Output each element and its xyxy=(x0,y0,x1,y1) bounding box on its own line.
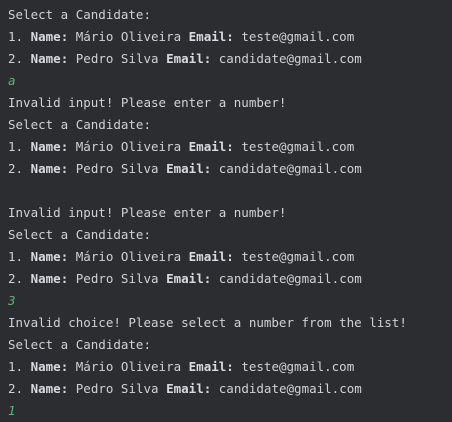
candidate-name: Pedro Silva xyxy=(75,51,159,66)
candidate-email: candidate@gmail.com xyxy=(218,381,362,396)
candidate-email: teste@gmail.com xyxy=(241,139,355,154)
console-output[interactable]: Select a Candidate: 1. Name: Mário Olivei… xyxy=(0,0,452,421)
candidate-number: 1. xyxy=(8,249,24,264)
error-message: Invalid input! Please enter a number! xyxy=(8,205,287,220)
name-label: Name: xyxy=(30,161,69,176)
candidate-name: Pedro Silva xyxy=(75,381,159,396)
candidate-line: 1. Name: Mário Oliveira Email: teste@gma… xyxy=(8,356,452,378)
user-input-line: a xyxy=(8,70,452,92)
prompt-line: Select a Candidate: xyxy=(8,337,151,352)
error-message: Invalid choice! Please select a number f… xyxy=(8,315,407,330)
candidate-name: Pedro Silva xyxy=(75,161,159,176)
candidate-name: Mário Oliveira xyxy=(75,249,182,264)
email-label: Email: xyxy=(188,139,234,154)
candidate-line: 2. Name: Pedro Silva Email: candidate@gm… xyxy=(8,268,452,290)
email-label: Email: xyxy=(188,359,234,374)
user-input: 3 xyxy=(8,293,16,308)
candidate-name: Mário Oliveira xyxy=(75,29,182,44)
candidate-number: 1. xyxy=(8,29,24,44)
name-label: Name: xyxy=(30,271,69,286)
prompt-line: Select a Candidate: xyxy=(8,117,151,132)
prompt-line: Select a Candidate: xyxy=(8,7,151,22)
candidate-email: candidate@gmail.com xyxy=(218,271,362,286)
email-label: Email: xyxy=(166,271,212,286)
candidate-name: Mário Oliveira xyxy=(75,139,182,154)
candidate-number: 2. xyxy=(8,381,24,396)
candidate-name: Pedro Silva xyxy=(75,271,159,286)
name-label: Name: xyxy=(30,359,69,374)
candidate-line: 1. Name: Mário Oliveira Email: teste@gma… xyxy=(8,246,452,268)
name-label: Name: xyxy=(30,51,69,66)
email-label: Email: xyxy=(166,381,212,396)
error-message: Invalid input! Please enter a number! xyxy=(8,95,287,110)
email-label: Email: xyxy=(188,29,234,44)
user-input-line: 3 xyxy=(8,290,452,312)
user-input: 1 xyxy=(8,403,16,418)
candidate-line: 2. Name: Pedro Silva Email: candidate@gm… xyxy=(8,158,452,180)
candidate-email: teste@gmail.com xyxy=(241,359,355,374)
candidate-number: 2. xyxy=(8,51,24,66)
candidate-number: 1. xyxy=(8,359,24,374)
candidate-email: teste@gmail.com xyxy=(241,29,355,44)
name-label: Name: xyxy=(30,139,69,154)
candidate-email: teste@gmail.com xyxy=(241,249,355,264)
prompt-line: Select a Candidate: xyxy=(8,227,151,242)
candidate-email: candidate@gmail.com xyxy=(218,161,362,176)
candidate-line: 2. Name: Pedro Silva Email: candidate@gm… xyxy=(8,378,452,400)
email-label: Email: xyxy=(166,161,212,176)
email-label: Email: xyxy=(166,51,212,66)
candidate-email: candidate@gmail.com xyxy=(218,51,362,66)
candidate-number: 1. xyxy=(8,139,24,154)
email-label: Email: xyxy=(188,249,234,264)
candidate-name: Mário Oliveira xyxy=(75,359,182,374)
candidate-line: 1. Name: Mário Oliveira Email: teste@gma… xyxy=(8,26,452,48)
user-input: a xyxy=(8,73,16,88)
candidate-line: 1. Name: Mário Oliveira Email: teste@gma… xyxy=(8,136,452,158)
user-input-line: 1 xyxy=(8,400,452,422)
name-label: Name: xyxy=(30,29,69,44)
candidate-number: 2. xyxy=(8,271,24,286)
candidate-number: 2. xyxy=(8,161,24,176)
name-label: Name: xyxy=(30,381,69,396)
candidate-line: 2. Name: Pedro Silva Email: candidate@gm… xyxy=(8,48,452,70)
name-label: Name: xyxy=(30,249,69,264)
